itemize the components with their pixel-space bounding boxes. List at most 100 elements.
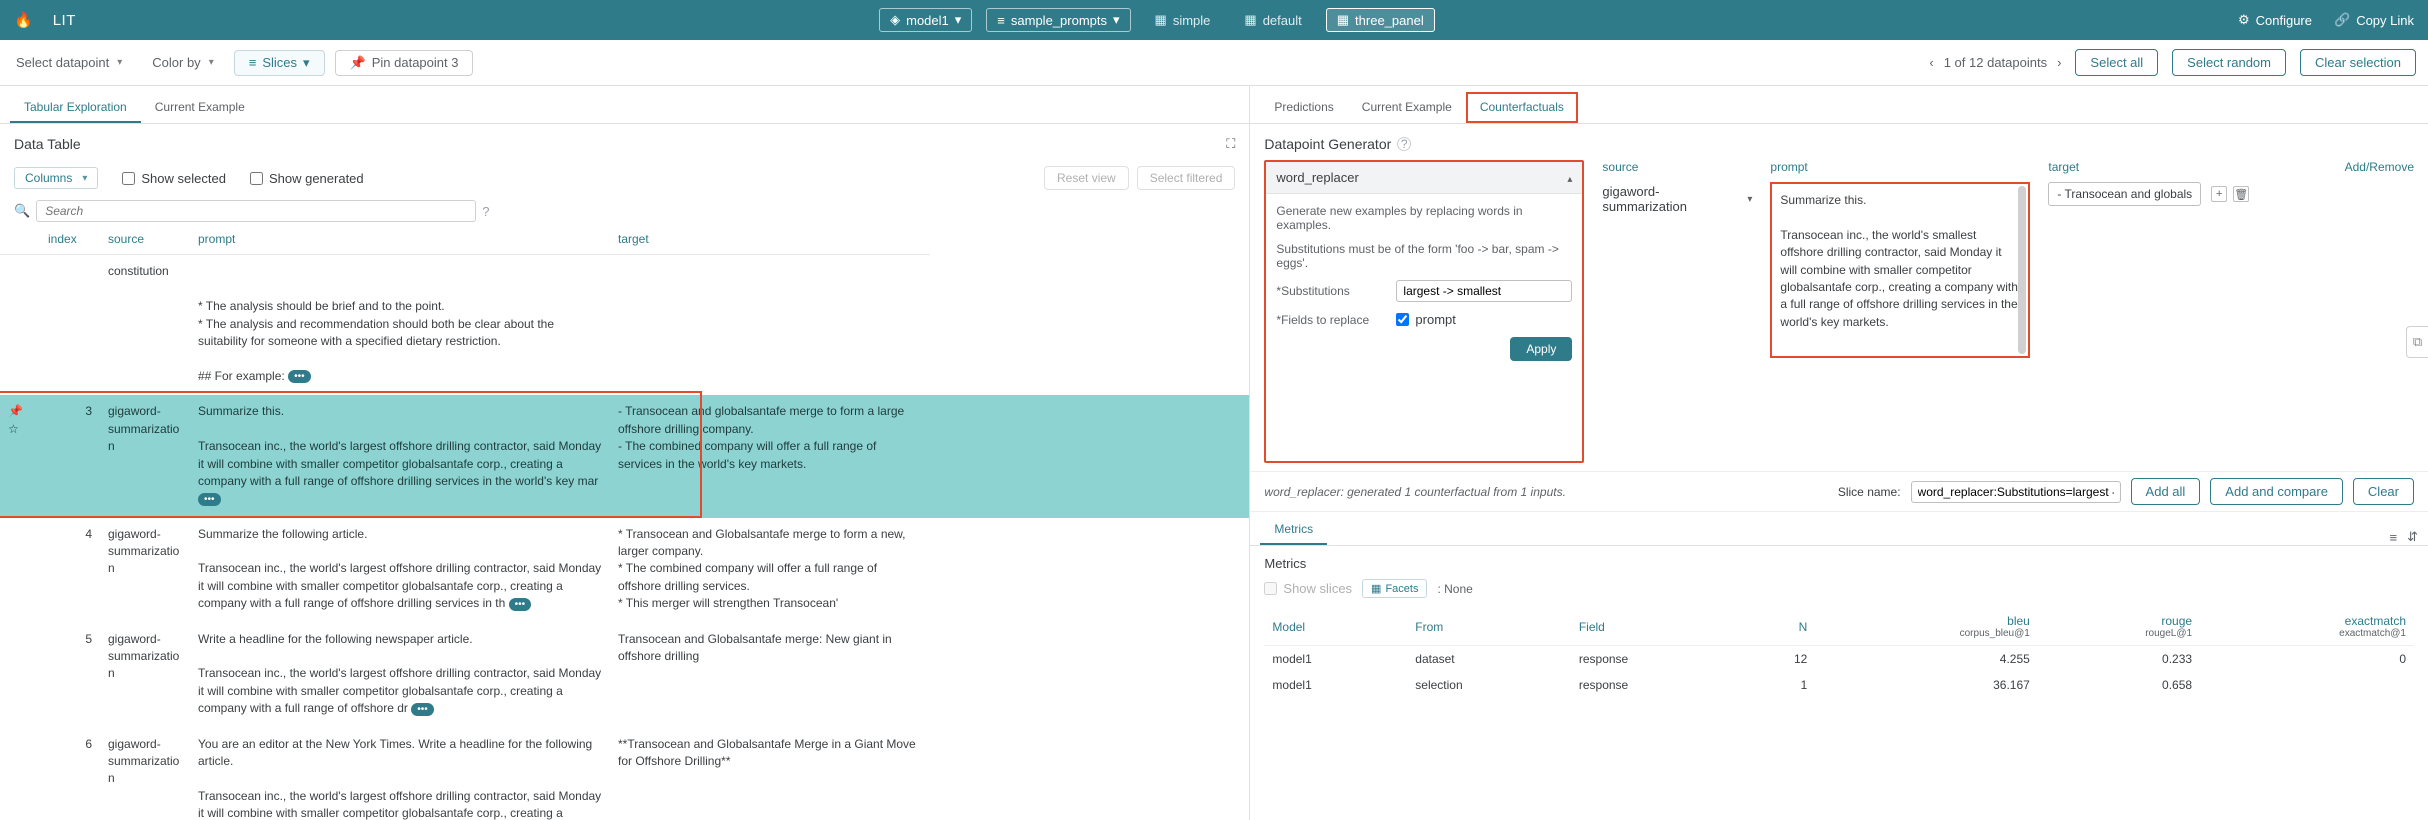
status-message: word_replacer: generated 1 counterfactua… — [1264, 485, 1566, 499]
topbar: 🔥 LIT ◈ model1 ▾ ≡ sample_prompts ▾ ▦sim… — [0, 0, 2428, 40]
tab-predictions[interactable]: Predictions — [1260, 92, 1347, 123]
cell-target: * Transocean and Globalsantafe merge to … — [610, 518, 930, 623]
layout-three-panel[interactable]: ▦three_panel — [1326, 8, 1435, 32]
word-replacer-accordion[interactable]: word_replacer — [1266, 162, 1582, 194]
star-row-icon[interactable]: ☆ — [8, 422, 19, 436]
metrics-row[interactable]: model1 dataset response 12 4.255 0.233 0 — [1264, 646, 2414, 673]
prev-icon[interactable]: ‹ — [1929, 55, 1933, 70]
table-row[interactable]: 6 gigaword-summarization You are an edit… — [0, 728, 1249, 820]
metrics-body: Metrics Show slices ▦Facets : None Model… — [1250, 546, 2428, 708]
select-filtered-button[interactable]: Select filtered — [1137, 166, 1236, 190]
model-selector[interactable]: ◈ model1 ▾ — [879, 8, 972, 32]
fullscreen-icon[interactable]: ⛶ — [1226, 136, 1235, 152]
table-row[interactable]: 4 gigaword-summarization Summarize the f… — [0, 518, 1249, 623]
table-intro-row: * The analysis should be brief and to th… — [0, 290, 1249, 395]
substitutions-input[interactable] — [1396, 280, 1572, 302]
source-value-dropdown[interactable]: gigaword-summarization — [1602, 182, 1752, 216]
th-index[interactable]: index — [40, 226, 100, 255]
help-icon[interactable]: ? — [1397, 137, 1411, 151]
link-icon: 🔗 — [2334, 12, 2350, 28]
mth-field[interactable]: Field — [1571, 608, 1740, 646]
mth-n[interactable]: N — [1740, 608, 1816, 646]
mth-model[interactable]: Model — [1264, 608, 1407, 646]
tab-counterfactuals[interactable]: Counterfactuals — [1466, 92, 1578, 123]
show-slices-label: Show slices — [1283, 581, 1352, 596]
metrics-sort-icon[interactable]: ⇵ — [2407, 529, 2418, 545]
truncate-icon[interactable]: ••• — [509, 598, 532, 611]
field-prompt-input[interactable] — [1396, 313, 1409, 326]
tab-current-example[interactable]: Current Example — [141, 92, 259, 123]
reset-view-button[interactable]: Reset view — [1044, 166, 1129, 190]
pin-row-icon[interactable]: 📌 — [8, 404, 23, 418]
metrics-row[interactable]: model1 selection response 1 36.167 0.658 — [1264, 672, 2414, 698]
grid-icon: ▦ — [1371, 582, 1381, 595]
clear-selection-button[interactable]: Clear selection — [2300, 49, 2416, 76]
dataset-selector[interactable]: ≡ sample_prompts ▾ — [986, 8, 1130, 32]
table-row[interactable]: 5 gigaword-summarization Write a headlin… — [0, 623, 1249, 728]
next-icon[interactable]: › — [2057, 55, 2061, 70]
show-generated-checkbox[interactable]: Show generated — [250, 171, 364, 186]
add-remove-button[interactable]: Add/Remove — [2345, 160, 2414, 174]
right-pane: Predictions Current Example Counterfactu… — [1250, 86, 2428, 820]
mcell: 0.233 — [2038, 646, 2200, 673]
truncate-icon[interactable]: ••• — [288, 370, 311, 383]
show-generated-input[interactable] — [250, 172, 263, 185]
data-table-header: Data Table ⛶ — [0, 124, 1249, 160]
add-row-icon[interactable]: + — [2211, 186, 2227, 202]
layout-default-label: default — [1263, 13, 1302, 28]
table-section-row: constitution — [0, 255, 1249, 291]
th-target[interactable]: target — [610, 226, 930, 255]
apply-button[interactable]: Apply — [1510, 337, 1572, 361]
metrics-menu-icon[interactable]: ≡ — [2390, 530, 2398, 545]
tab-current-example-right[interactable]: Current Example — [1348, 92, 1466, 123]
add-all-button[interactable]: Add all — [2131, 478, 2201, 505]
pin-icon: 📌 — [350, 55, 366, 71]
show-selected-input[interactable] — [122, 172, 135, 185]
select-random-button[interactable]: Select random — [2172, 49, 2286, 76]
generated-target-column: target Add/Remove - Transocean and globa… — [2048, 160, 2414, 463]
main-split: Tabular Exploration Current Example Data… — [0, 86, 2428, 820]
th-prompt[interactable]: prompt — [190, 226, 610, 255]
show-generated-label: Show generated — [269, 171, 364, 186]
field-prompt-checkbox[interactable]: prompt — [1396, 312, 1455, 327]
th-source[interactable]: source — [100, 226, 190, 255]
mcell: 0 — [2200, 646, 2414, 673]
select-all-button[interactable]: Select all — [2075, 49, 2158, 76]
select-datapoint-dropdown[interactable]: Select datapoint — [6, 51, 132, 74]
add-and-compare-button[interactable]: Add and compare — [2210, 478, 2343, 505]
color-by-dropdown[interactable]: Color by — [142, 51, 223, 74]
pin-datapoint-button[interactable]: 📌Pin datapoint 3 — [335, 50, 474, 76]
mth-rouge[interactable]: rougerougeL@1 — [2038, 608, 2200, 646]
mcell: 4.255 — [1815, 646, 2037, 673]
columns-dropdown[interactable]: Columns — [14, 167, 98, 189]
target-value-input[interactable]: - Transocean and globals — [2048, 182, 2201, 206]
collapse-handle-icon[interactable]: ⧉ — [2406, 326, 2428, 358]
chevron-down-icon: ▾ — [303, 55, 310, 71]
clear-button[interactable]: Clear — [2353, 478, 2414, 505]
show-selected-checkbox[interactable]: Show selected — [122, 171, 226, 186]
tab-metrics[interactable]: Metrics — [1260, 514, 1327, 545]
search-help-icon[interactable]: ? — [482, 204, 489, 219]
mth-bleu[interactable]: bleucorpus_bleu@1 — [1815, 608, 2037, 646]
cell-prompt: Summarize this.Transocean inc., the worl… — [190, 395, 610, 517]
table-row[interactable]: 📌☆ 3 gigaword-summarization Summarize th… — [0, 395, 1249, 517]
configure-button[interactable]: ⚙Configure — [2238, 12, 2312, 28]
search-input[interactable] — [36, 200, 476, 222]
mth-from[interactable]: From — [1407, 608, 1571, 646]
show-slices-checkbox[interactable]: Show slices — [1264, 581, 1352, 596]
copy-link-label: Copy Link — [2356, 13, 2414, 28]
generated-prompt-textarea[interactable]: Summarize this. Transocean inc., the wor… — [1770, 182, 2030, 358]
slice-name-input[interactable] — [1911, 481, 2121, 503]
layout-default[interactable]: ▦default — [1234, 9, 1311, 31]
data-table-scroll[interactable]: index source prompt target constitution … — [0, 226, 1249, 820]
mth-exact[interactable]: exactmatchexactmatch@1 — [2200, 608, 2414, 646]
tab-tabular-exploration[interactable]: Tabular Exploration — [10, 92, 141, 123]
delete-row-icon[interactable]: 🗑 — [2233, 186, 2249, 202]
truncate-icon[interactable]: ••• — [411, 703, 434, 716]
layout-simple[interactable]: ▦simple — [1145, 9, 1221, 31]
fields-label: *Fields to replace — [1276, 313, 1386, 327]
truncate-icon[interactable]: ••• — [198, 493, 221, 506]
facets-button[interactable]: ▦Facets — [1362, 579, 1427, 598]
copy-link-button[interactable]: 🔗 Copy Link — [2334, 12, 2414, 28]
slices-button[interactable]: ≡Slices▾ — [234, 50, 325, 76]
